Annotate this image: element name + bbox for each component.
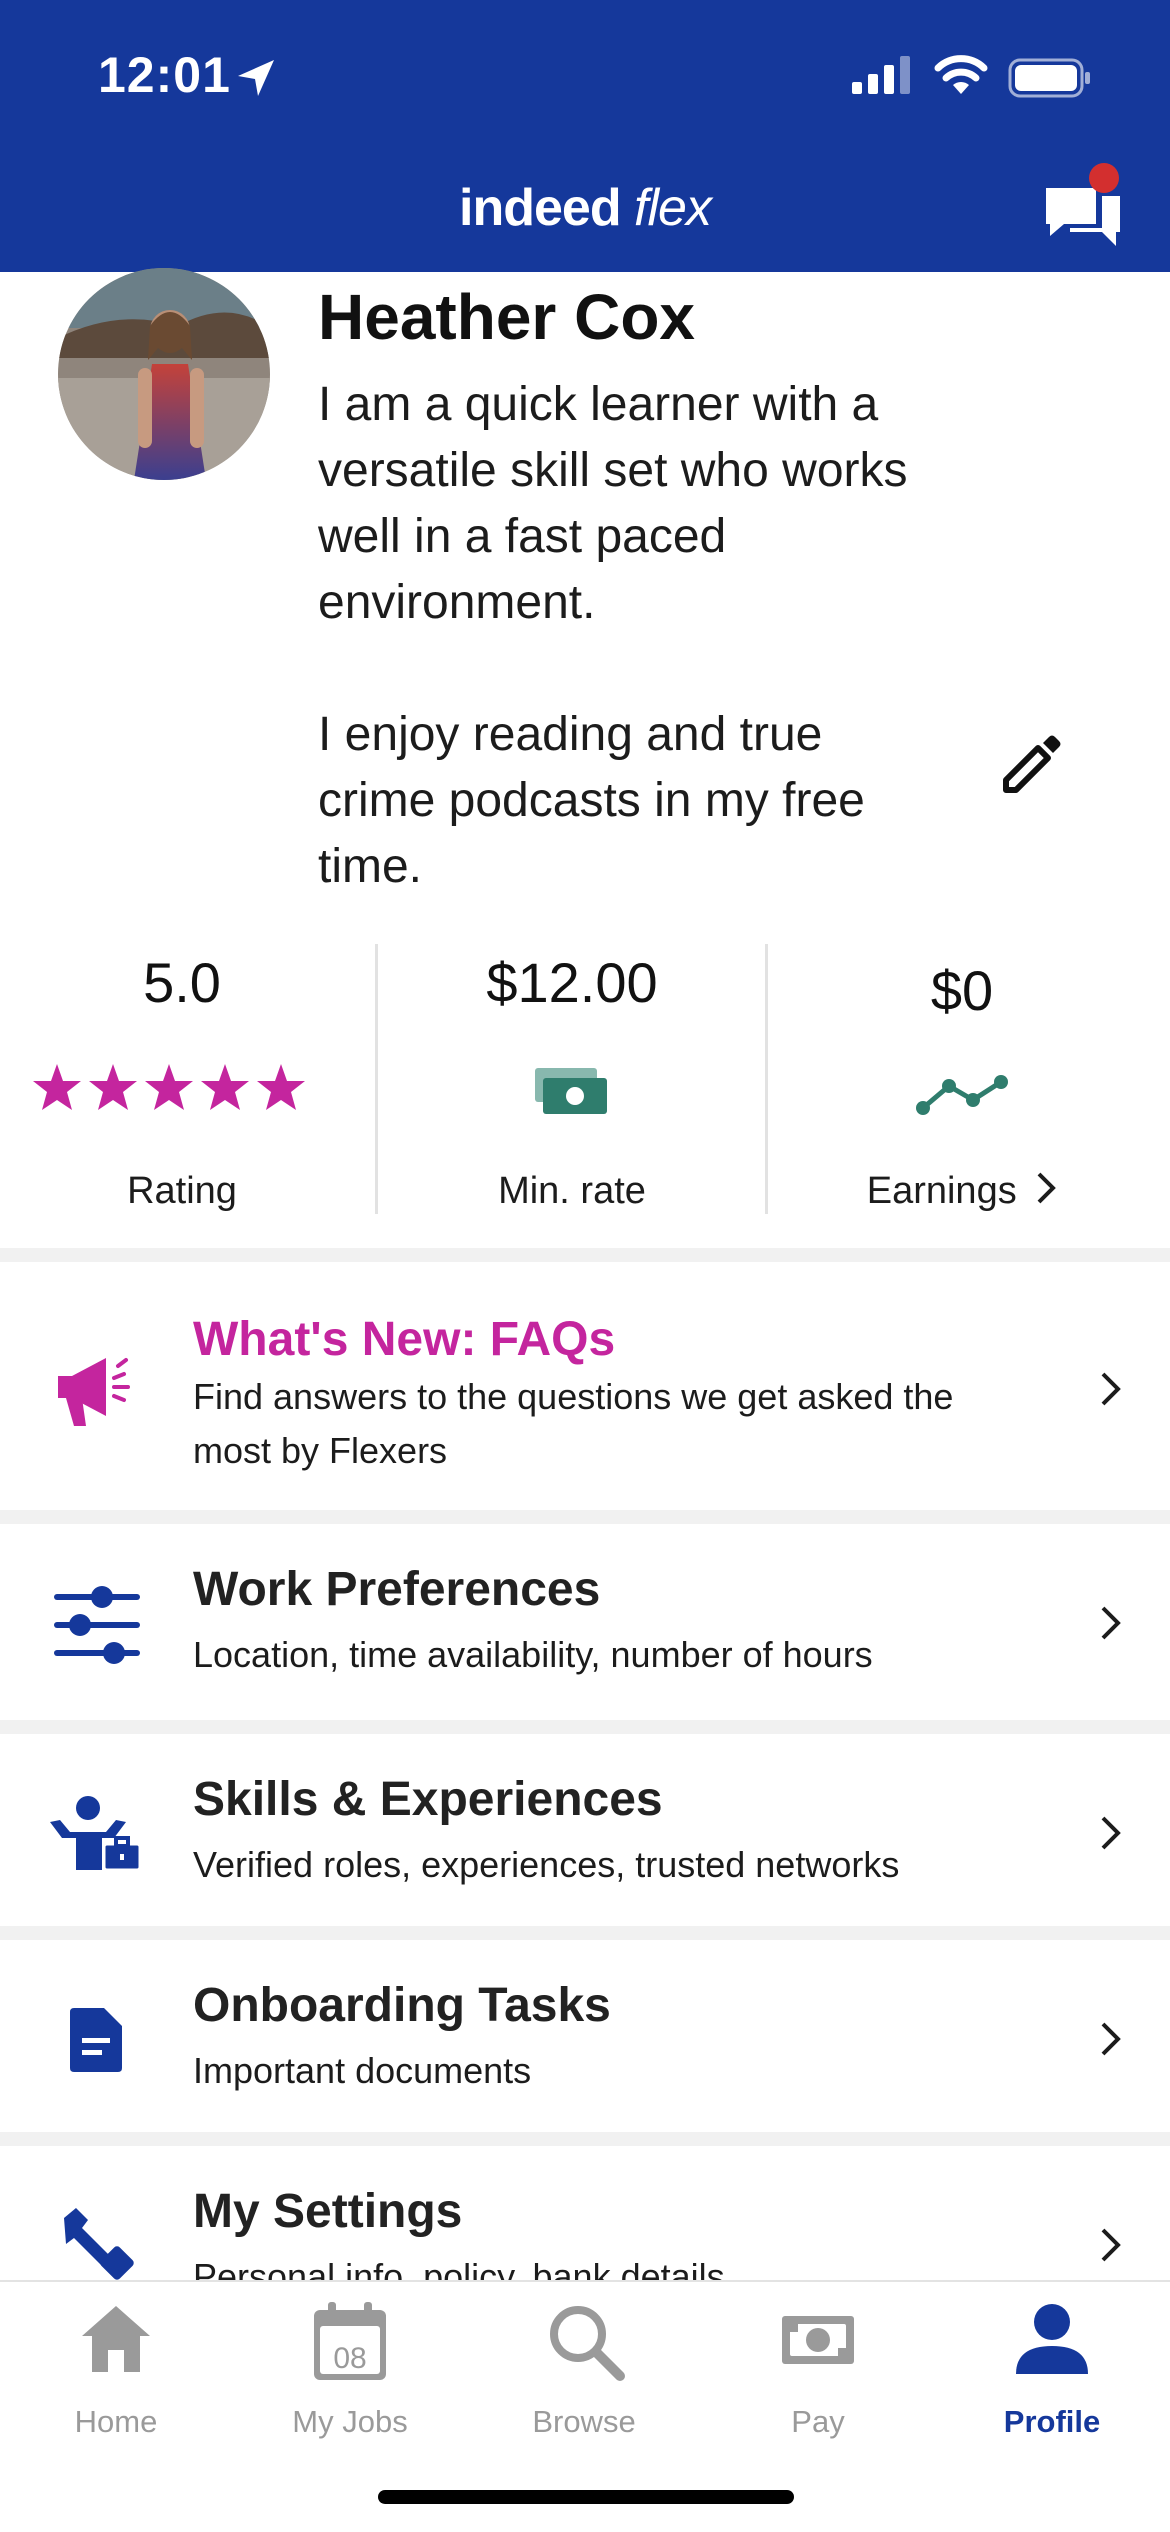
- star-icon: [201, 1064, 249, 1110]
- cash-icon: [535, 1068, 607, 1114]
- status-time: 12:01: [98, 47, 231, 103]
- profile-name: Heather Cox: [318, 281, 695, 353]
- tab-home-label: Home: [74, 2404, 158, 2439]
- calendar-date: 08: [333, 2342, 367, 2375]
- skills-experiences-title: Skills & Experiences: [193, 1773, 663, 1826]
- star-icon: [145, 1064, 193, 1110]
- location-arrow-icon: [238, 60, 274, 96]
- tab-pay-label: Pay: [791, 2404, 845, 2439]
- profile-photo-image: [58, 268, 270, 480]
- tab-home[interactable]: Home: [16, 2302, 216, 2442]
- work-preferences-subtitle: Location, time availability, number of h…: [193, 1634, 873, 1675]
- star-icon: [33, 1064, 81, 1110]
- rating-stat: 5.0 Rating: [0, 944, 377, 1214]
- tab-my-jobs[interactable]: 08 My Jobs: [250, 2302, 450, 2442]
- logo-indeed-text: indeed: [459, 179, 622, 237]
- whats-new-subtitle: Find answers to the questions we get ask…: [193, 1376, 954, 1471]
- sliders-icon: [54, 1586, 140, 1664]
- person-icon: [1016, 2304, 1088, 2374]
- earnings-link[interactable]: Earnings: [767, 1170, 1157, 1213]
- messages-button[interactable]: [1040, 162, 1128, 252]
- earnings-trend-icon: [916, 1075, 1008, 1115]
- search-icon: [550, 2306, 625, 2381]
- tab-profile[interactable]: Profile: [952, 2302, 1152, 2442]
- cellular-signal-icon: [852, 56, 910, 94]
- my-settings-item[interactable]: My Settings Personal info, policy, bank …: [0, 2146, 1170, 2280]
- onboarding-tasks-title: Onboarding Tasks: [193, 1979, 611, 2032]
- tab-my-jobs-label: My Jobs: [292, 2404, 408, 2439]
- logo-flex-text: flex: [634, 179, 712, 237]
- rating-stars: [31, 1062, 307, 1114]
- battery-icon: [1008, 58, 1090, 98]
- chevron-right-icon: [1101, 2022, 1121, 2056]
- my-settings-title: My Settings: [193, 2185, 463, 2238]
- star-icon: [257, 1064, 305, 1110]
- cash-icon: [782, 2316, 854, 2364]
- my-settings-subtitle: Personal info, policy, bank details: [193, 2256, 725, 2280]
- worker-briefcase-icon: [50, 1796, 142, 1872]
- rating-label: Rating: [127, 1170, 237, 1212]
- onboarding-tasks-item[interactable]: Onboarding Tasks Important documents: [0, 1940, 1170, 2132]
- work-preferences-item[interactable]: Work Preferences Location, time availabi…: [0, 1524, 1170, 1720]
- home-icon: [82, 2306, 150, 2372]
- profile-avatar: [58, 268, 270, 480]
- tab-pay[interactable]: Pay: [718, 2302, 918, 2442]
- chat-bubbles-icon: [1046, 163, 1120, 246]
- min-rate-value: $12.00: [486, 951, 658, 1014]
- section-divider: [0, 2132, 1170, 2146]
- skills-experiences-subtitle: Verified roles, experiences, trusted net…: [193, 1844, 900, 1885]
- indeed-flex-logo: indeed flex: [0, 178, 1170, 238]
- tab-profile-label: Profile: [1003, 2404, 1101, 2439]
- chevron-right-icon: [1101, 1816, 1121, 1850]
- earnings-label: Earnings: [866, 1170, 1017, 1212]
- whats-new-title: What's New: FAQs: [193, 1313, 616, 1366]
- section-divider: [0, 1248, 1170, 1262]
- rating-value: 5.0: [143, 951, 221, 1014]
- wifi-icon: [934, 55, 988, 94]
- earnings-stat[interactable]: $0 Earnings: [767, 944, 1157, 1214]
- earnings-value: $0: [930, 959, 994, 1022]
- profile-bio: I am a quick learner with a versatile sk…: [318, 378, 908, 893]
- tab-browse-label: Browse: [532, 2404, 636, 2439]
- chevron-right-icon: [1101, 1372, 1121, 1406]
- skills-experiences-item[interactable]: Skills & Experiences Verified roles, exp…: [0, 1734, 1170, 1926]
- star-icon: [89, 1064, 137, 1110]
- wrench-icon: [64, 2208, 134, 2280]
- section-divider: [0, 1720, 1170, 1734]
- whats-new-faqs-item[interactable]: What's New: FAQs Find answers to the que…: [0, 1262, 1170, 1510]
- pencil-icon: [1003, 735, 1061, 793]
- chevron-right-icon: [1037, 1172, 1057, 1204]
- edit-profile-button[interactable]: [996, 728, 1066, 798]
- min-rate-stat: $12.00 Min. rate: [377, 944, 767, 1214]
- tab-browse[interactable]: Browse: [484, 2302, 684, 2442]
- home-indicator: [378, 2490, 794, 2504]
- work-preferences-title: Work Preferences: [193, 1563, 601, 1616]
- onboarding-tasks-subtitle: Important documents: [193, 2050, 532, 2091]
- app-header: 12:01 indeed flex: [0, 0, 1170, 272]
- megaphone-icon: [58, 1358, 130, 1426]
- chevron-right-icon: [1101, 2228, 1121, 2262]
- section-divider: [0, 1926, 1170, 1940]
- chevron-right-icon: [1101, 1606, 1121, 1640]
- min-rate-label: Min. rate: [498, 1170, 646, 1212]
- section-divider: [0, 1510, 1170, 1524]
- document-icon: [70, 2008, 122, 2072]
